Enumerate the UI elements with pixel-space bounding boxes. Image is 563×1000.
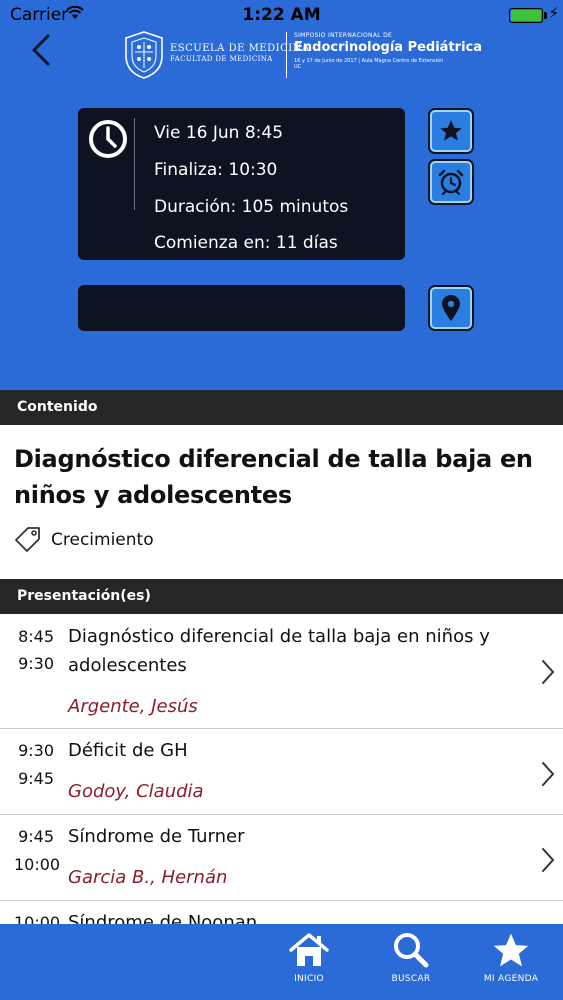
back-button[interactable] <box>28 32 58 72</box>
symposium-title: Endocrinología Pediátrica <box>294 40 483 55</box>
list-item[interactable]: 8:45 9:30 Diagnóstico diferencial de tal… <box>0 614 563 729</box>
faculty-name: FACULTAD DE MEDICINA <box>170 55 273 63</box>
search-icon <box>394 933 429 968</box>
tab-label: MI AGENDA <box>483 974 539 984</box>
symposium-date: 16 y 17 de Junio de 2017 | Aula Magna Ce… <box>294 58 444 70</box>
chevron-right-icon <box>542 762 555 786</box>
info-divider <box>134 118 135 210</box>
session-header: ESCUELA DE MEDICINA FACULTAD DE MEDICINA… <box>0 30 563 390</box>
session-title: Diagnóstico diferencial de talla baja en… <box>14 445 533 509</box>
end-time: 9:30 <box>18 654 54 673</box>
logo-divider <box>286 32 287 78</box>
symposium-small: SIMPOSIO INTERNACIONAL DE <box>294 32 393 39</box>
battery-icon <box>509 8 543 23</box>
charging-bolt-icon: ⚡ <box>548 4 559 22</box>
presentation-title: Síndrome de Noonan <box>68 912 258 924</box>
list-item[interactable]: 9:45 10:00 Síndrome de Turner Garcia B.,… <box>0 815 563 901</box>
alarm-button[interactable] <box>428 159 474 205</box>
end-time: 10:00 <box>14 855 61 874</box>
presentation-title: Diagnóstico diferencial de talla baja en… <box>68 626 490 676</box>
school-name: ESCUELA DE MEDICINA <box>170 43 310 54</box>
star-icon <box>493 933 529 967</box>
session-starts-in: Comienza en: 11 días <box>154 233 338 253</box>
location-box <box>78 285 405 331</box>
presentations-list: 8:45 9:30 Diagnóstico diferencial de tal… <box>0 614 563 924</box>
presentation-title: Déficit de GH <box>68 740 188 761</box>
list-item[interactable]: 10:00 Síndrome de Noonan <box>0 901 563 924</box>
tab-label: BUSCAR <box>391 974 431 984</box>
clock-icon <box>89 120 127 158</box>
speaker-name: Argente, Jesús <box>68 696 198 717</box>
chevron-right-icon <box>542 848 555 872</box>
start-time: 10:00 <box>14 913 61 924</box>
event-logo: ESCUELA DE MEDICINA FACULTAD DE MEDICINA… <box>120 26 482 84</box>
start-time: 8:45 <box>18 627 54 646</box>
status-time: 1:22 AM <box>242 5 321 25</box>
tab-label: INICIO <box>294 974 324 984</box>
session-datetime: Vie 16 Jun 8:45 <box>154 123 284 143</box>
star-icon <box>440 120 462 141</box>
start-time: 9:45 <box>18 827 54 846</box>
home-icon <box>289 933 329 966</box>
session-end: Finaliza: 10:30 <box>154 160 278 180</box>
university-seal-icon <box>125 31 163 79</box>
section-header-presentaciones: Presentación(es) <box>0 579 563 614</box>
tab-mi-agenda[interactable]: MI AGENDA <box>476 932 546 998</box>
section-header-contenido: Contenido <box>0 390 563 425</box>
list-item[interactable]: 9:30 9:45 Déficit de GH Godoy, Claudia <box>0 729 563 815</box>
start-time: 9:30 <box>18 741 54 760</box>
tag-icon <box>15 527 40 552</box>
presentation-title: Síndrome de Turner <box>68 826 245 847</box>
tab-inicio[interactable]: INICIO <box>274 932 344 998</box>
topic-tag[interactable]: Crecimiento <box>51 530 154 550</box>
alarm-clock-icon <box>438 169 464 195</box>
tab-buscar[interactable]: BUSCAR <box>376 932 446 998</box>
favorite-button[interactable] <box>428 108 474 154</box>
speaker-name: Garcia B., Hernán <box>68 867 228 888</box>
battery-tip <box>544 12 547 19</box>
end-time: 9:45 <box>18 769 54 788</box>
map-location-button[interactable] <box>428 285 474 331</box>
session-duration: Duración: 105 minutos <box>154 197 349 217</box>
tab-bar: INICIO BUSCAR MI AGENDA <box>0 924 563 1000</box>
session-info-box: Vie 16 Jun 8:45 Finaliza: 10:30 Duración… <box>78 108 405 260</box>
map-pin-icon <box>442 295 460 321</box>
speaker-name: Godoy, Claudia <box>68 781 204 802</box>
chevron-right-icon <box>542 660 555 684</box>
